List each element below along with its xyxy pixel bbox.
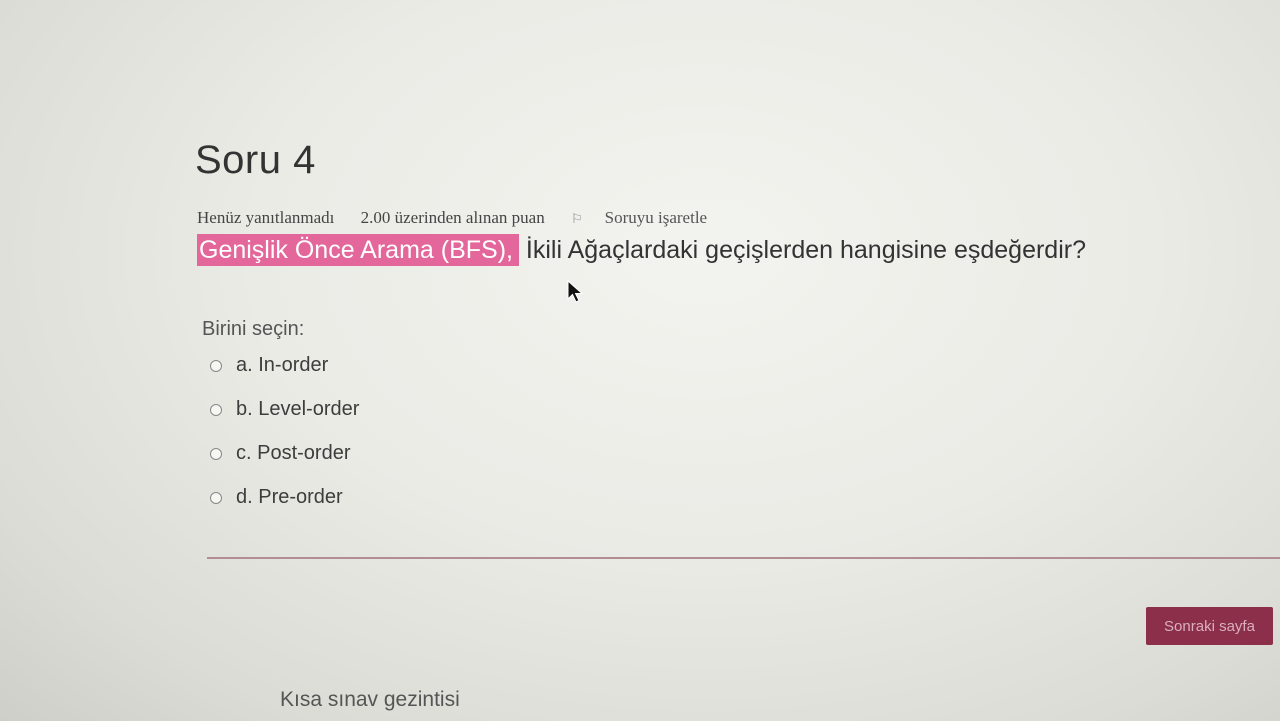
answer-label[interactable]: c. Post-order [236,442,350,465]
answer-option-b[interactable]: b. Level-order [210,398,359,442]
radio-button[interactable] [210,492,222,504]
radio-button[interactable] [210,448,222,460]
question-text: Genişlik Önce Arama (BFS), İkili Ağaçlar… [197,234,1086,266]
radio-button[interactable] [210,404,222,416]
flag-question-link[interactable]: ⚐ Soruyu işaretle [571,208,729,227]
question-info: Henüz yanıtlanmadı 2.00 üzerinden alınan… [197,208,751,228]
radio-button[interactable] [210,360,222,372]
section-divider [207,557,1280,559]
next-page-button[interactable]: Sonraki sayfa [1146,607,1273,645]
question-text-highlighted: Genişlik Önce Arama (BFS), [197,234,519,266]
answer-option-a[interactable]: a. In-order [210,354,359,398]
question-status: Henüz yanıtlanmadı [197,208,335,227]
question-grade: 2.00 üzerinden alınan puan [360,208,545,227]
answer-list: a. In-order b. Level-order c. Post-order… [210,354,359,530]
answer-label[interactable]: b. Level-order [236,398,359,421]
answer-option-c[interactable]: c. Post-order [210,442,359,486]
question-text-rest: İkili Ağaçlardaki geçişlerden hangisine … [518,236,1086,264]
answer-prompt: Birini seçin: [202,318,305,340]
answer-option-d[interactable]: d. Pre-order [210,486,359,530]
question-title: Soru 4 [195,138,316,182]
answer-label[interactable]: d. Pre-order [236,486,343,509]
mouse-cursor-icon [567,280,584,303]
flag-icon: ⚐ [570,211,583,226]
flag-question-label: Soruyu işaretle [604,208,708,227]
quiz-navigation-title: Kısa sınav gezintisi [280,688,460,711]
answer-label[interactable]: a. In-order [236,354,328,377]
